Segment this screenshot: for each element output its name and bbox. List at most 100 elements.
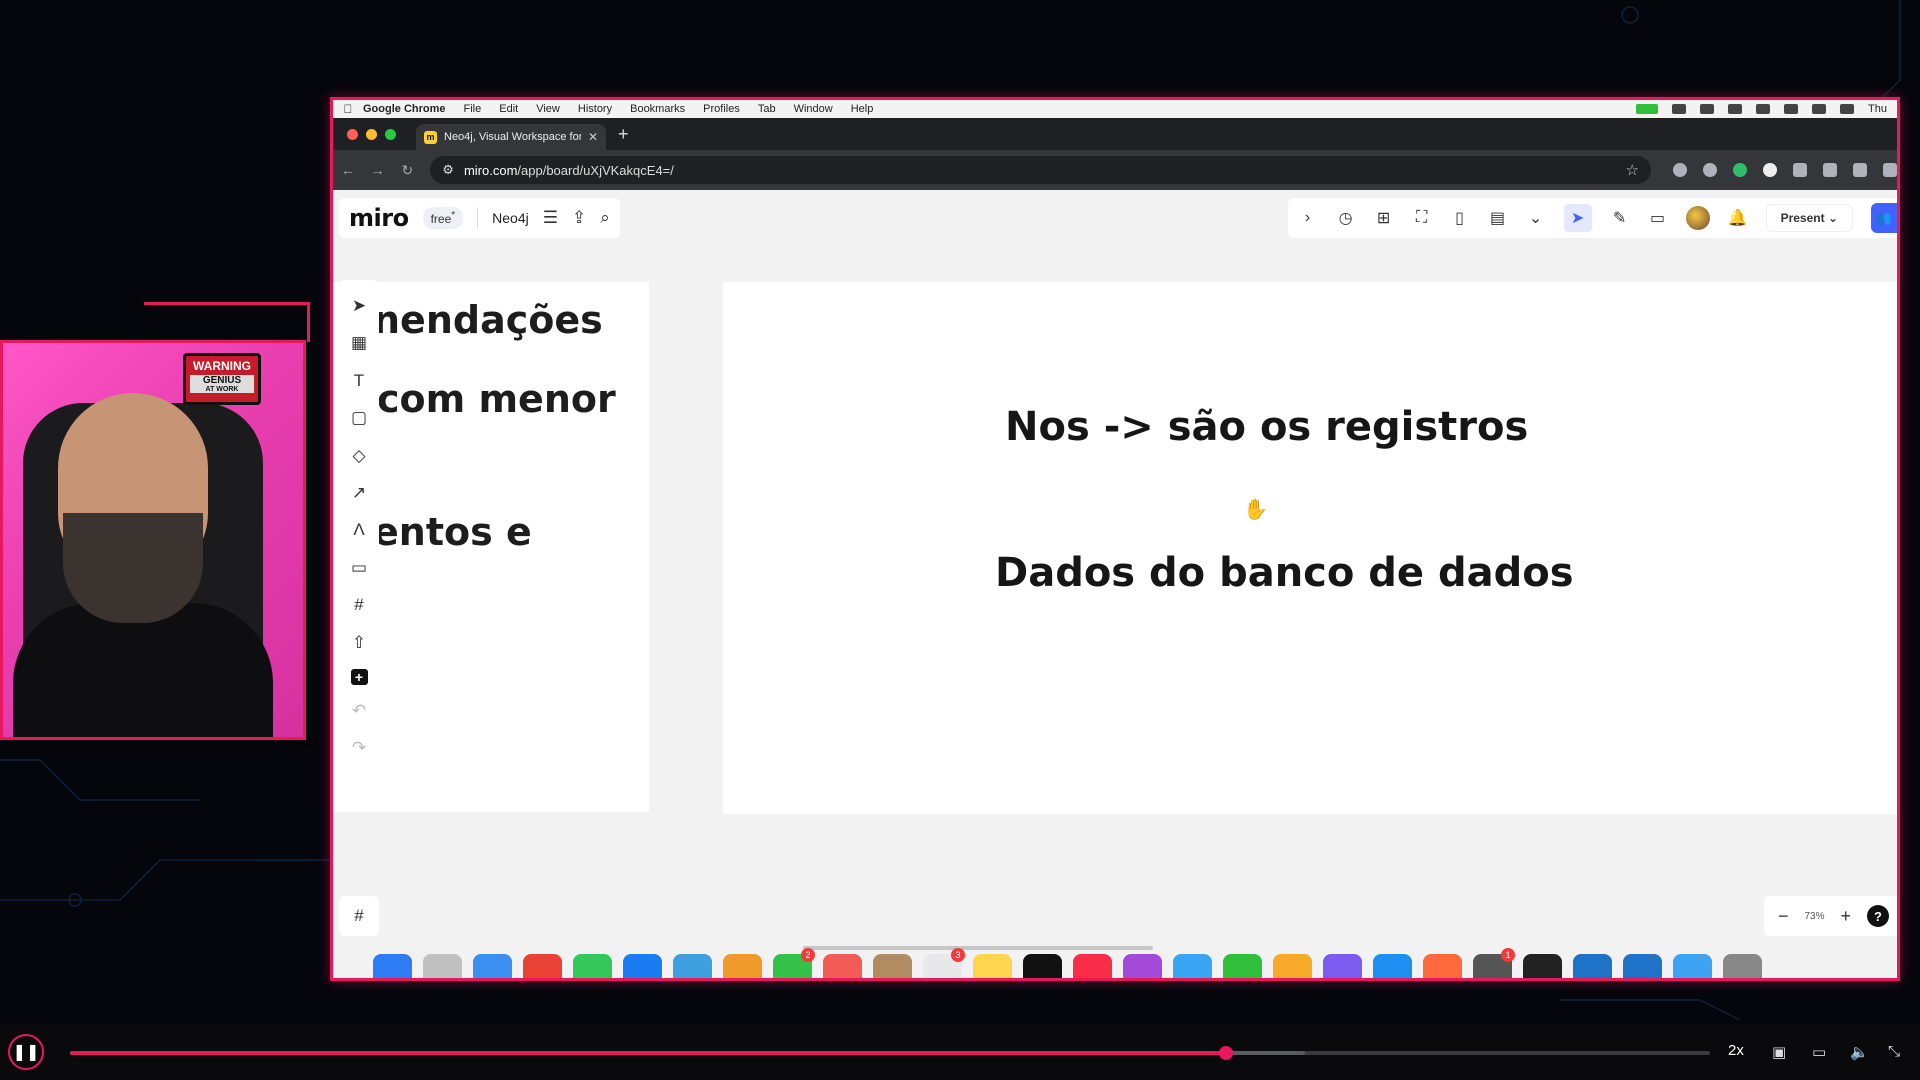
dock-app-icon[interactable] xyxy=(1673,954,1712,978)
menu-icon[interactable]: ☰ xyxy=(543,208,558,228)
menu-edit[interactable]: Edit xyxy=(499,103,518,115)
miro-logo[interactable]: miro xyxy=(349,204,409,232)
tray-app-icon[interactable] xyxy=(1700,104,1715,114)
comment-icon[interactable]: ▭ xyxy=(347,556,371,579)
progress-bar[interactable] xyxy=(70,1046,1710,1060)
dock-app-icon[interactable] xyxy=(1223,954,1262,978)
dock-app-icon[interactable]: 2 xyxy=(773,948,815,978)
comments-icon[interactable]: ▭ xyxy=(1648,208,1668,228)
menu-view[interactable]: View xyxy=(536,103,560,115)
more-chevron-icon[interactable]: ⌄ xyxy=(1526,208,1546,228)
templates-icon[interactable]: ▦ xyxy=(347,331,371,354)
dock-app-icon[interactable] xyxy=(873,954,912,978)
back-icon[interactable]: ← xyxy=(333,162,363,178)
dock-app-icon[interactable] xyxy=(1273,954,1312,978)
browser-tab[interactable]: m Neo4j, Visual Workspace for I ✕ xyxy=(416,124,606,150)
dock-app-icon[interactable] xyxy=(1073,954,1112,978)
dock-app-icon[interactable] xyxy=(673,954,712,978)
focus-icon[interactable]: ⛶ xyxy=(1412,208,1432,228)
dock-app-icon[interactable] xyxy=(473,954,512,978)
side-panel-icon[interactable] xyxy=(1882,163,1897,177)
left-frame-text-2[interactable]: com menor xyxy=(377,377,616,421)
menu-help[interactable]: Help xyxy=(851,103,874,115)
sticky-note-icon[interactable]: ▢ xyxy=(347,406,371,429)
address-bar[interactable]: ⚙ miro.com/app/board/uXjVKakqcE4=/ ☆ xyxy=(430,156,1651,184)
extension-icon[interactable] xyxy=(1732,163,1747,177)
dock-app-icon[interactable] xyxy=(1173,954,1212,978)
close-window-button[interactable] xyxy=(347,128,358,140)
wifi-icon[interactable] xyxy=(1784,104,1799,114)
extensions-puzzle-icon[interactable] xyxy=(1822,163,1837,177)
dock-app-icon[interactable] xyxy=(1523,954,1562,978)
timer-icon[interactable]: ◷ xyxy=(1336,208,1356,228)
upload-icon[interactable]: ⇧ xyxy=(347,631,371,654)
dock-app-icon[interactable] xyxy=(1123,954,1162,978)
search-icon[interactable]: ⌕ xyxy=(600,208,610,228)
dock-app-icon[interactable] xyxy=(573,954,612,978)
minimize-window-button[interactable] xyxy=(366,128,377,140)
horizontal-scrollbar[interactable] xyxy=(803,946,1153,950)
pause-icon[interactable]: ❚❚ xyxy=(8,1034,44,1070)
dock-app-icon[interactable] xyxy=(1423,954,1462,978)
dock-app-icon[interactable] xyxy=(523,954,562,978)
dock-app-icon[interactable] xyxy=(423,954,462,978)
pip-icon[interactable]: ▭ xyxy=(1812,1043,1826,1061)
present-button[interactable]: Present ⌄ xyxy=(1765,204,1853,232)
connection-line-icon[interactable]: ↗ xyxy=(347,481,371,504)
bookmark-star-icon[interactable]: ☆ xyxy=(1626,161,1639,179)
dock-app-icon[interactable] xyxy=(1623,954,1662,978)
notes-icon[interactable]: ▤ xyxy=(1488,208,1508,228)
chevron-right-icon[interactable]: › xyxy=(1298,208,1318,228)
dock-app-icon[interactable] xyxy=(623,954,662,978)
dock-app-icon[interactable] xyxy=(1323,954,1362,978)
dock-app-icon[interactable] xyxy=(973,954,1012,978)
reading-list-icon[interactable] xyxy=(1852,163,1867,177)
select-tool-icon[interactable]: ➤ xyxy=(347,294,371,317)
menu-file[interactable]: File xyxy=(464,103,482,115)
undo-icon[interactable]: ↶ xyxy=(347,699,371,722)
more-apps-icon[interactable]: + xyxy=(350,668,368,686)
zoom-out-icon[interactable]: − xyxy=(1778,906,1789,927)
vote-icon[interactable]: ▯ xyxy=(1450,208,1470,228)
pen-icon[interactable]: Λ xyxy=(347,519,371,542)
facetime-icon[interactable] xyxy=(1636,104,1659,114)
menu-bookmarks[interactable]: Bookmarks xyxy=(630,103,685,115)
menu-history[interactable]: History xyxy=(578,103,612,115)
pen-extension-icon[interactable] xyxy=(1702,163,1717,177)
tray-app-icon[interactable] xyxy=(1756,104,1771,114)
left-frame[interactable]: nendações com menor entos e xyxy=(333,282,649,812)
menu-app-name[interactable]: Google Chrome xyxy=(363,103,446,115)
dock-app-icon[interactable] xyxy=(1573,954,1612,978)
dock-app-icon[interactable] xyxy=(723,954,762,978)
help-icon[interactable]: ? xyxy=(1867,905,1889,927)
extension-icon[interactable] xyxy=(1792,163,1807,177)
zoom-level[interactable]: 73% xyxy=(1804,911,1824,922)
dock-app-icon[interactable]: 1 xyxy=(1473,948,1515,978)
add-widget-icon[interactable]: ⊞ xyxy=(1374,208,1394,228)
extension-icon[interactable] xyxy=(1762,163,1777,177)
dock-app-icon[interactable] xyxy=(823,954,862,978)
left-frame-text-3[interactable]: entos e xyxy=(373,510,532,554)
left-frame-text-1[interactable]: nendações xyxy=(373,298,603,342)
menu-tab[interactable]: Tab xyxy=(758,103,776,115)
volume-icon[interactable]: 🔈 xyxy=(1850,1043,1869,1061)
redo-icon[interactable]: ↷ xyxy=(347,737,371,760)
tray-app-icon[interactable] xyxy=(1728,104,1743,114)
menu-profiles[interactable]: Profiles xyxy=(703,103,740,115)
frame-icon[interactable]: # xyxy=(347,594,371,617)
dock-app-icon[interactable] xyxy=(1723,954,1762,978)
export-icon[interactable]: ⇪ xyxy=(572,208,586,228)
board-name[interactable]: Neo4j xyxy=(492,210,529,226)
progress-handle[interactable] xyxy=(1219,1046,1234,1060)
close-tab-icon[interactable]: ✕ xyxy=(588,130,598,144)
reload-icon[interactable]: ↻ xyxy=(393,162,423,179)
dock-app-icon[interactable] xyxy=(373,954,412,978)
extension-icon[interactable] xyxy=(1672,163,1687,177)
apple-icon[interactable]:  xyxy=(333,102,363,116)
shapes-icon[interactable]: ◇ xyxy=(347,444,371,467)
spotlight-icon[interactable] xyxy=(1812,104,1827,114)
site-info-icon[interactable]: ⚙ xyxy=(442,162,454,178)
notifications-bell-icon[interactable]: 🔔 xyxy=(1728,208,1748,228)
subtitles-icon[interactable]: ▣ xyxy=(1772,1043,1786,1061)
control-center-icon[interactable] xyxy=(1840,104,1855,114)
